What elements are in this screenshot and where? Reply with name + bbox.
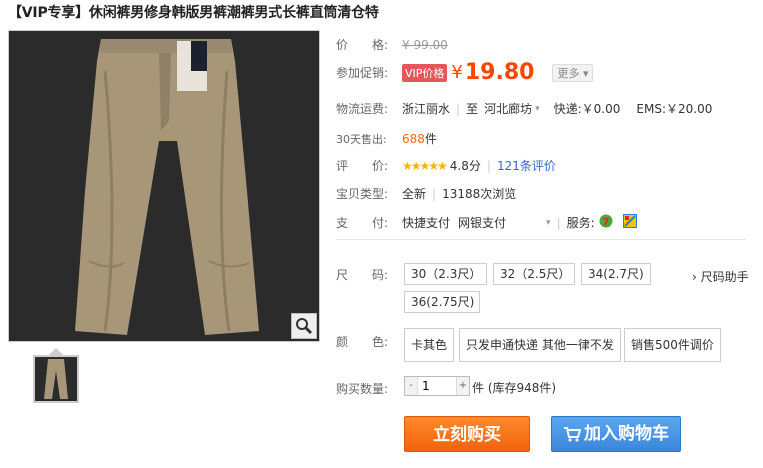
type-row: 宝贝类型: 全新 | 13188次浏览	[336, 185, 516, 202]
price-row: 价 格: ¥ 99.00	[336, 36, 448, 53]
quantity-label-row: 购买数量:	[336, 380, 402, 397]
reviews-link[interactable]: 121条评价	[497, 157, 556, 174]
payment-chevron-down-icon[interactable]: ▾	[546, 218, 551, 228]
add-to-cart-button[interactable]: 加入购物车	[551, 416, 681, 452]
ship-from: 浙江丽水	[402, 102, 451, 116]
thumbnail-1[interactable]	[33, 355, 79, 403]
ems-fee: EMS:￥20.00	[636, 102, 713, 116]
shopping-cart-icon	[564, 427, 581, 442]
service-label: 服务:	[566, 216, 595, 230]
shipping-separator: |	[456, 101, 461, 116]
payment-separator: |	[556, 215, 561, 230]
promo-price: 19.80	[464, 60, 535, 85]
size-option-32[interactable]: 32（2.5尺）	[493, 263, 575, 285]
sales-row: 30天售出: 688 件	[336, 130, 437, 147]
rating-label: 评 价:	[336, 159, 389, 173]
promo-row: 参加促销: VIP价格 ¥ 19.80 更多 ▾	[336, 60, 594, 85]
color-label-row: 颜 色:	[336, 333, 402, 350]
size-option-34[interactable]: 34(2.7尺)	[581, 263, 651, 285]
add-to-cart-label[interactable]: 加入购物车	[584, 416, 669, 452]
pants-image	[9, 31, 319, 341]
color-option-shipping-note[interactable]: 只发申通快递 其他一律不发	[459, 328, 621, 362]
size-helper-link[interactable]: › 尺码助手	[692, 268, 749, 285]
view-count: 13188次浏览	[442, 187, 517, 201]
size-label: 尺 码:	[336, 268, 389, 282]
zoom-button[interactable]	[291, 313, 317, 339]
payment-method-quick: 快捷支付	[402, 216, 451, 230]
payment-row: 支 付: 快捷支付 网银支付 ▾ | 服务: 7	[336, 214, 637, 231]
price-label: 价 格:	[336, 38, 389, 52]
ship-to-prefix: 至	[466, 102, 479, 116]
sales-count: 688	[402, 131, 425, 146]
sales-label: 30天售出:	[336, 132, 387, 146]
product-main-image[interactable]	[8, 30, 320, 342]
color-option-price-adjust[interactable]: 销售500件调价	[624, 328, 721, 362]
more-promo-button[interactable]: 更多 ▾	[552, 63, 594, 82]
rating-score: 4.8分	[449, 159, 481, 173]
quantity-stepper: - +	[404, 376, 470, 396]
payment-label: 支 付:	[336, 216, 389, 230]
rating-separator: |	[486, 158, 491, 173]
rating-row: 评 价: ★★★★★ 4.8分 | 121条评价	[336, 157, 556, 174]
express-fee: 快递:￥0.00	[553, 102, 621, 116]
color-label: 颜 色:	[336, 335, 389, 349]
stock-info: 件 (库存948件)	[472, 381, 557, 395]
seven-day-return-icon[interactable]: 7	[599, 214, 613, 231]
sales-unit: 件	[424, 132, 437, 146]
size-option-36[interactable]: 36(2.75尺)	[404, 291, 480, 313]
quantity-decrement-button[interactable]: -	[405, 377, 417, 395]
quantity-increment-button[interactable]: +	[457, 377, 469, 395]
magnifier-icon	[296, 318, 313, 335]
product-title: 【VIP专享】休闲裤男修身韩版男裤潮裤男式长裤直筒清仓特	[8, 5, 379, 21]
quantity-input[interactable]	[417, 377, 457, 395]
promo-label: 参加促销:	[336, 66, 389, 80]
original-price: ¥ 99.00	[402, 37, 448, 52]
chevron-down-icon[interactable]: ▾	[535, 104, 540, 114]
size-label-row: 尺 码:	[336, 266, 402, 283]
condition: 全新	[402, 187, 427, 201]
type-label: 宝贝类型:	[336, 187, 389, 201]
shipping-label: 物流运费:	[336, 102, 389, 116]
quantity-label: 购买数量:	[336, 382, 389, 396]
credit-card-icon[interactable]	[622, 214, 637, 231]
color-option-khaki[interactable]: 卡其色	[404, 328, 455, 362]
vip-price-tag: VIP价格	[402, 63, 448, 82]
thumbnail-image	[35, 357, 77, 401]
thumbnail-pointer	[49, 348, 63, 355]
size-helper-text[interactable]: › 尺码助手	[692, 268, 749, 285]
ship-to-select[interactable]: 河北廊坊	[484, 100, 532, 117]
payment-method-bank: 网银支付	[458, 216, 507, 230]
shipping-row: 物流运费: 浙江丽水 | 至 河北廊坊 ▾ 快递:￥0.00 EMS:￥20.0…	[336, 100, 712, 117]
section-divider	[336, 239, 746, 240]
svg-text:7: 7	[602, 217, 609, 228]
buy-now-button[interactable]: 立刻购买	[404, 416, 530, 452]
star-rating-icon: ★★★★★	[402, 158, 448, 173]
promo-currency: ¥	[451, 62, 463, 83]
size-option-30[interactable]: 30（2.3尺）	[404, 263, 487, 285]
type-separator: |	[432, 186, 437, 201]
